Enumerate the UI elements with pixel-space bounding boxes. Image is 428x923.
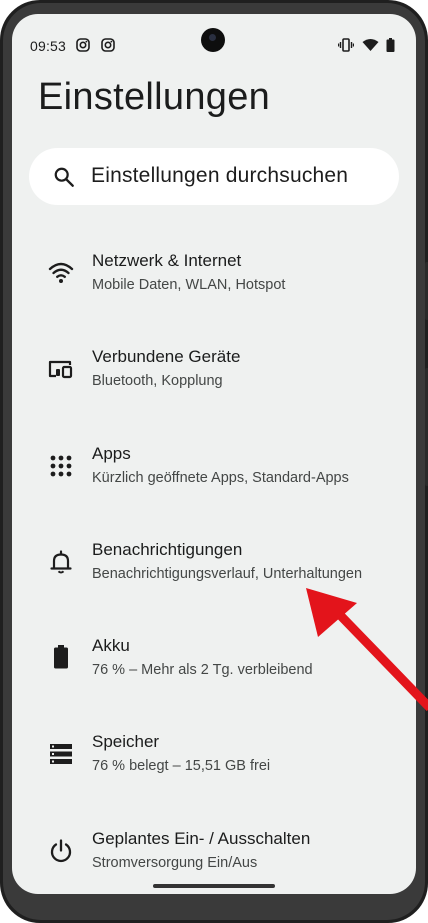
front-camera bbox=[201, 28, 225, 52]
bell-icon bbox=[50, 550, 72, 574]
settings-item-title: Geplantes Ein- / Ausschalten bbox=[92, 829, 311, 848]
apps-grid-icon bbox=[50, 455, 72, 477]
page-title: Einstellungen bbox=[38, 76, 271, 118]
settings-item-storage[interactable]: Speicher 76 % belegt – 15,51 GB frei bbox=[12, 732, 416, 812]
settings-item-title: Netzwerk & Internet bbox=[92, 251, 242, 270]
settings-item-notifications[interactable]: Benachrichtigungen Benachrichtigungsverl… bbox=[12, 540, 416, 620]
instagram-icon bbox=[76, 38, 90, 52]
settings-item-subtitle: Kürzlich geöffnete Apps, Standard-Apps bbox=[92, 470, 349, 486]
battery-icon bbox=[386, 38, 395, 52]
settings-item-title: Speicher bbox=[92, 732, 160, 751]
status-bar: 09:53 bbox=[12, 14, 416, 54]
screen: 09:53 Einstellungen Einstellungen durchs… bbox=[12, 14, 416, 894]
settings-item-battery[interactable]: Akku 76 % – Mehr als 2 Tg. verbleibend bbox=[12, 636, 416, 716]
search-placeholder: Einstellungen durchsuchen bbox=[91, 164, 349, 187]
settings-item-title: Akku bbox=[92, 636, 130, 655]
home-indicator[interactable] bbox=[153, 884, 275, 888]
settings-item-connected-devices[interactable]: Verbundene Geräte Bluetooth, Kopplung bbox=[12, 347, 416, 427]
settings-item-title: Apps bbox=[92, 444, 131, 463]
wifi-icon bbox=[362, 39, 379, 51]
settings-item-subtitle: 76 % belegt – 15,51 GB frei bbox=[92, 758, 271, 774]
wifi-icon bbox=[48, 262, 74, 283]
instagram-icon bbox=[101, 38, 115, 52]
status-time: 09:53 bbox=[30, 38, 67, 54]
search-icon bbox=[54, 167, 74, 187]
connected-devices-icon bbox=[48, 360, 73, 379]
settings-item-subtitle: 76 % – Mehr als 2 Tg. verbleibend bbox=[92, 662, 313, 678]
phone-frame: 09:53 Einstellungen Einstellungen durchs… bbox=[0, 0, 428, 923]
settings-item-subtitle: Stromversorgung Ein/Aus bbox=[92, 855, 258, 871]
storage-icon bbox=[50, 744, 72, 764]
power-icon bbox=[50, 839, 72, 863]
settings-item-apps[interactable]: Apps Kürzlich geöffnete Apps, Standard-A… bbox=[12, 444, 416, 524]
settings-item-title: Verbundene Geräte bbox=[92, 347, 241, 366]
settings-item-subtitle: Bluetooth, Kopplung bbox=[92, 373, 223, 389]
settings-item-network[interactable]: Netzwerk & Internet Mobile Daten, WLAN, … bbox=[12, 251, 416, 331]
settings-item-subtitle: Mobile Daten, WLAN, Hotspot bbox=[92, 277, 286, 293]
vibrate-icon bbox=[338, 38, 354, 52]
settings-item-title: Benachrichtigungen bbox=[92, 540, 243, 559]
search-bar[interactable]: Einstellungen durchsuchen bbox=[29, 148, 399, 205]
battery-icon bbox=[54, 645, 68, 669]
settings-item-subtitle: Benachrichtigungsverlauf, Unterhaltungen bbox=[92, 566, 363, 582]
